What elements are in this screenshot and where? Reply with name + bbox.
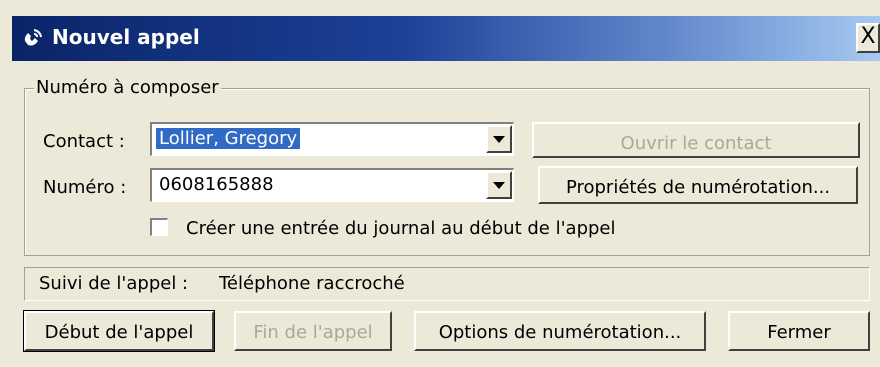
create-journal-checkbox[interactable] bbox=[150, 218, 168, 236]
close-button[interactable]: Fermer bbox=[728, 311, 870, 351]
window-title: Nouvel appel bbox=[52, 25, 200, 49]
call-status-bar: Suivi de l'appel : Téléphone raccroché bbox=[24, 267, 870, 301]
open-contact-button-label: Ouvrir le contact bbox=[620, 133, 772, 154]
groupbox-legend: Numéro à composer bbox=[34, 77, 221, 98]
number-dropdown-button[interactable] bbox=[486, 171, 512, 199]
number-combobox-value: 0608165888 bbox=[159, 174, 274, 195]
close-button-label: Fermer bbox=[767, 322, 831, 343]
create-journal-label[interactable]: Créer une entrée du journal au début de … bbox=[186, 218, 616, 239]
end-call-button-label: Fin de l'appel bbox=[253, 322, 373, 343]
chevron-down-icon bbox=[493, 182, 505, 189]
title-bar[interactable]: Nouvel appel X bbox=[12, 16, 880, 61]
contact-combobox-value: Lollier, Gregory bbox=[156, 128, 301, 149]
number-label: Numéro : bbox=[43, 177, 127, 198]
call-status-value: Téléphone raccroché bbox=[219, 273, 405, 294]
start-call-button-label: Début de l'appel bbox=[44, 322, 194, 343]
contact-combobox[interactable]: Lollier, Gregory bbox=[150, 122, 514, 156]
close-icon: X bbox=[860, 24, 876, 49]
close-window-button[interactable]: X bbox=[856, 23, 880, 53]
chevron-down-icon bbox=[493, 136, 505, 143]
dialing-properties-button[interactable]: Propriétés de numérotation... bbox=[538, 166, 858, 204]
contact-dropdown-button[interactable] bbox=[486, 125, 512, 153]
dialing-options-button[interactable]: Options de numérotation... bbox=[414, 311, 706, 351]
open-contact-button[interactable]: Ouvrir le contact bbox=[532, 122, 860, 158]
number-combobox[interactable]: 0608165888 bbox=[150, 168, 514, 202]
contact-label: Contact : bbox=[43, 131, 125, 152]
phone-icon bbox=[22, 27, 44, 49]
call-status-label: Suivi de l'appel : bbox=[39, 273, 189, 294]
start-call-button[interactable]: Début de l'appel bbox=[23, 310, 215, 352]
dialing-options-button-label: Options de numérotation... bbox=[438, 322, 682, 343]
dialing-properties-button-label: Propriétés de numérotation... bbox=[565, 177, 831, 198]
new-call-dialog: Nouvel appel X Numéro à composer Contact… bbox=[0, 0, 880, 367]
end-call-button[interactable]: Fin de l'appel bbox=[234, 311, 392, 351]
